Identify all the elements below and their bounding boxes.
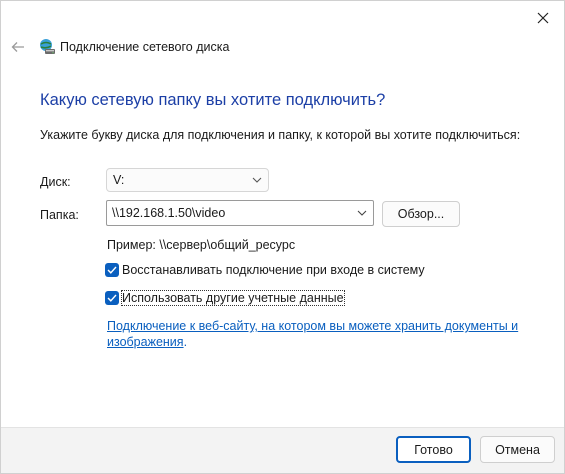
reconnect-checkbox[interactable] <box>105 263 119 277</box>
back-button[interactable] <box>7 36 29 58</box>
chevron-down-icon <box>252 177 262 183</box>
chevron-down-icon[interactable] <box>357 210 367 216</box>
dialog-header: Подключение сетевого диска <box>1 31 564 63</box>
drive-select[interactable]: V: <box>106 168 269 192</box>
reconnect-checkbox-row[interactable]: Восстанавливать подключение при входе в … <box>105 263 425 277</box>
link-trailing-period: . <box>183 335 188 349</box>
other-credentials-label: Использовать другие учетные данные <box>121 290 345 306</box>
window-title: Подключение сетевого диска <box>60 40 230 54</box>
cancel-button[interactable]: Отмена <box>480 436 555 463</box>
close-icon <box>537 12 549 24</box>
dialog-footer: Готово Отмена <box>1 427 564 473</box>
drive-select-value: V: <box>113 173 125 187</box>
map-network-drive-dialog: Подключение сетевого диска Какую сетевую… <box>0 0 565 474</box>
reconnect-label: Восстанавливать подключение при входе в … <box>122 263 425 277</box>
cancel-button-label: Отмена <box>495 442 540 457</box>
close-button[interactable] <box>532 7 554 29</box>
network-drive-icon <box>38 38 56 56</box>
folder-input-value: \\192.168.1.50\video <box>112 206 226 220</box>
drive-label-text: Диск: <box>40 175 71 189</box>
back-arrow-icon <box>11 42 24 52</box>
browse-button-label: Обзор... <box>397 207 445 221</box>
web-site-link[interactable]: Подключение к веб-сайту, на котором вы м… <box>107 319 518 349</box>
finish-button[interactable]: Готово <box>396 436 471 463</box>
instruction-text: Укажите букву диска для подключения и па… <box>40 128 521 142</box>
check-icon <box>107 294 117 302</box>
example-text: Пример: \\сервер\общий_ресурс <box>107 238 296 252</box>
folder-label-text: Папка: <box>40 208 79 222</box>
finish-button-label: Готово <box>414 442 453 457</box>
folder-combobox[interactable]: \\192.168.1.50\video <box>106 200 374 226</box>
browse-button[interactable]: Обзор... <box>382 201 460 227</box>
check-icon <box>107 266 117 274</box>
web-site-link-block: Подключение к веб-сайту, на котором вы м… <box>107 318 527 350</box>
other-credentials-checkbox[interactable] <box>105 291 119 305</box>
folder-label: Папка: <box>40 208 79 222</box>
other-credentials-checkbox-row[interactable]: Использовать другие учетные данные <box>105 290 345 306</box>
drive-label: Диск: <box>40 175 71 189</box>
page-heading: Какую сетевую папку вы хотите подключить… <box>40 91 386 109</box>
